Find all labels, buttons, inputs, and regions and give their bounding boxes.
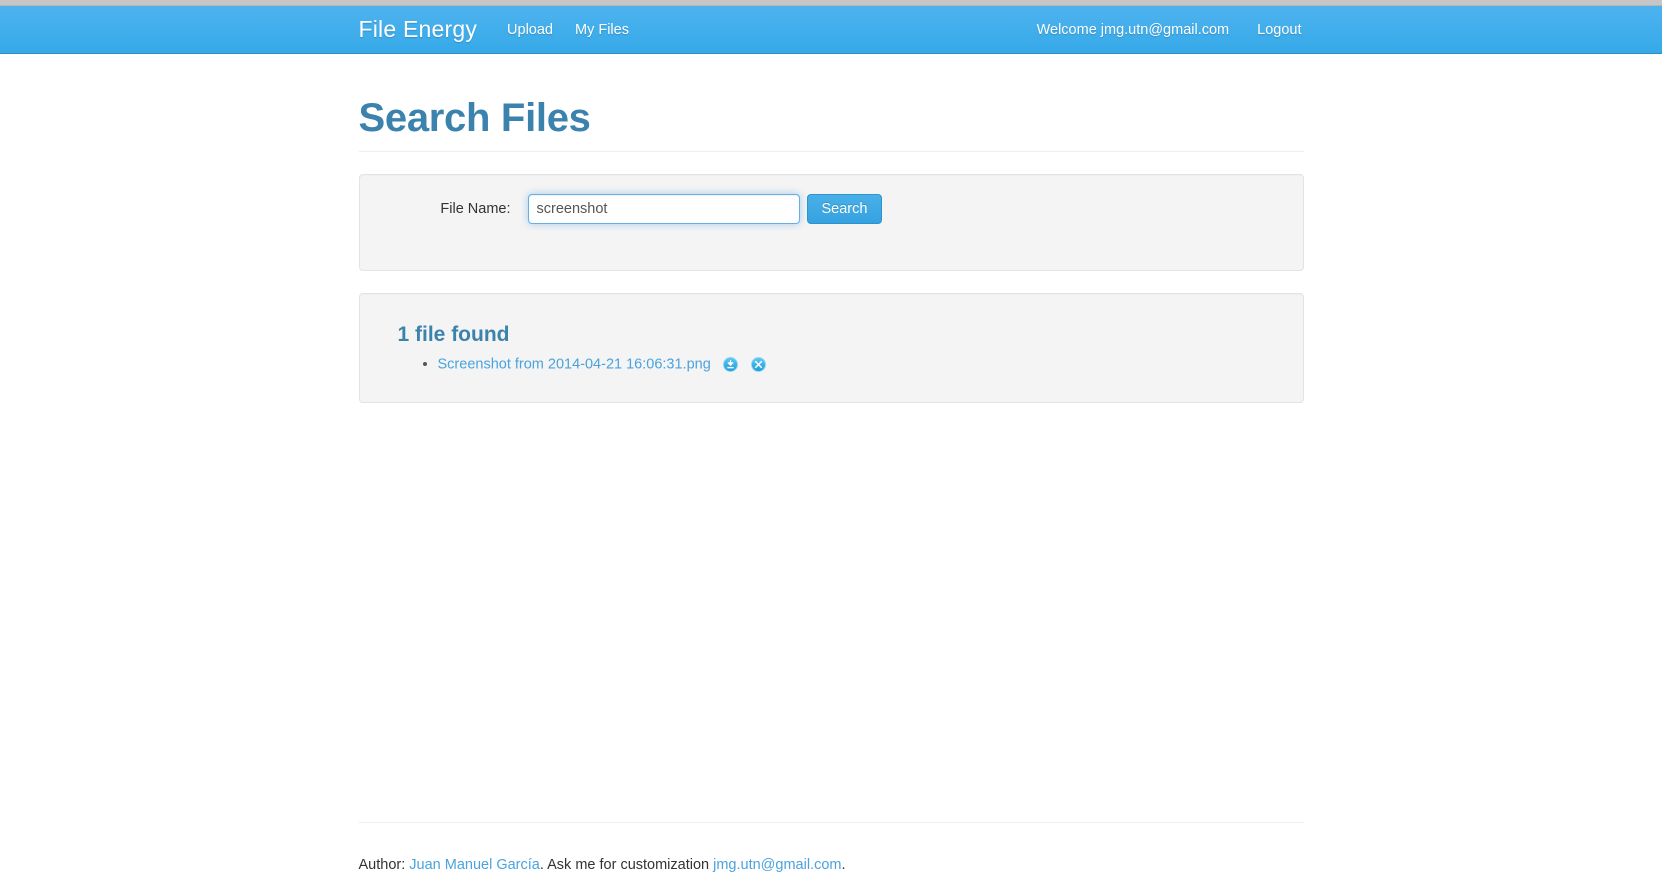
results-panel: 1 file found Screenshot from 2014-04-21 … [358,293,1304,403]
search-button[interactable]: Search [806,194,883,224]
page-footer: Author: Juan Manuel García. Ask me for c… [0,822,1662,887]
footer-suffix: . [841,856,846,873]
footer-inner: Author: Juan Manuel García. Ask me for c… [358,822,1304,873]
file-name-input[interactable] [527,194,800,224]
results-heading: 1 file found [397,323,510,346]
page-title: Search Files [358,96,591,140]
page-container: Search Files File Name: Search 1 file fo… [358,54,1304,403]
footer-author-link[interactable]: Juan Manuel García [409,857,540,873]
footer-email-link[interactable]: jmg.utn@gmail.com [713,857,841,873]
download-circle-icon[interactable] [723,357,739,373]
delete-circle-icon[interactable] [751,357,767,373]
nav-link-upload[interactable]: Upload [505,18,555,42]
welcome-message: Welcome jmg.utn@gmail.com [1036,21,1230,38]
file-name-label: File Name: [440,201,511,217]
footer-author-prefix: Author: [358,856,410,873]
search-panel: File Name: Search [358,174,1304,271]
list-item: Screenshot from 2014-04-21 16:06:31.png [438,353,1283,376]
navbar-inner: File Energy Upload My Files Welcome jmg.… [359,6,1304,53]
file-name-link[interactable]: Screenshot from 2014-04-21 16:06:31.png [438,357,711,373]
nav-link-logout[interactable]: Logout [1255,18,1303,42]
footer-text: Author: Juan Manuel García. Ask me for c… [359,857,1304,873]
file-list: Screenshot from 2014-04-21 16:06:31.png [380,353,1283,376]
nav-link-my-files[interactable]: My Files [573,18,631,42]
top-navbar: File Energy Upload My Files Welcome jmg.… [0,6,1662,54]
page-header: Search Files [358,96,1304,152]
footer-middle-text: . Ask me for customization [539,856,714,873]
search-form: File Name: Search [380,194,1283,224]
brand-logo[interactable]: File Energy [359,16,478,43]
navbar-right-group: Welcome jmg.utn@gmail.com Logout [1037,18,1304,42]
